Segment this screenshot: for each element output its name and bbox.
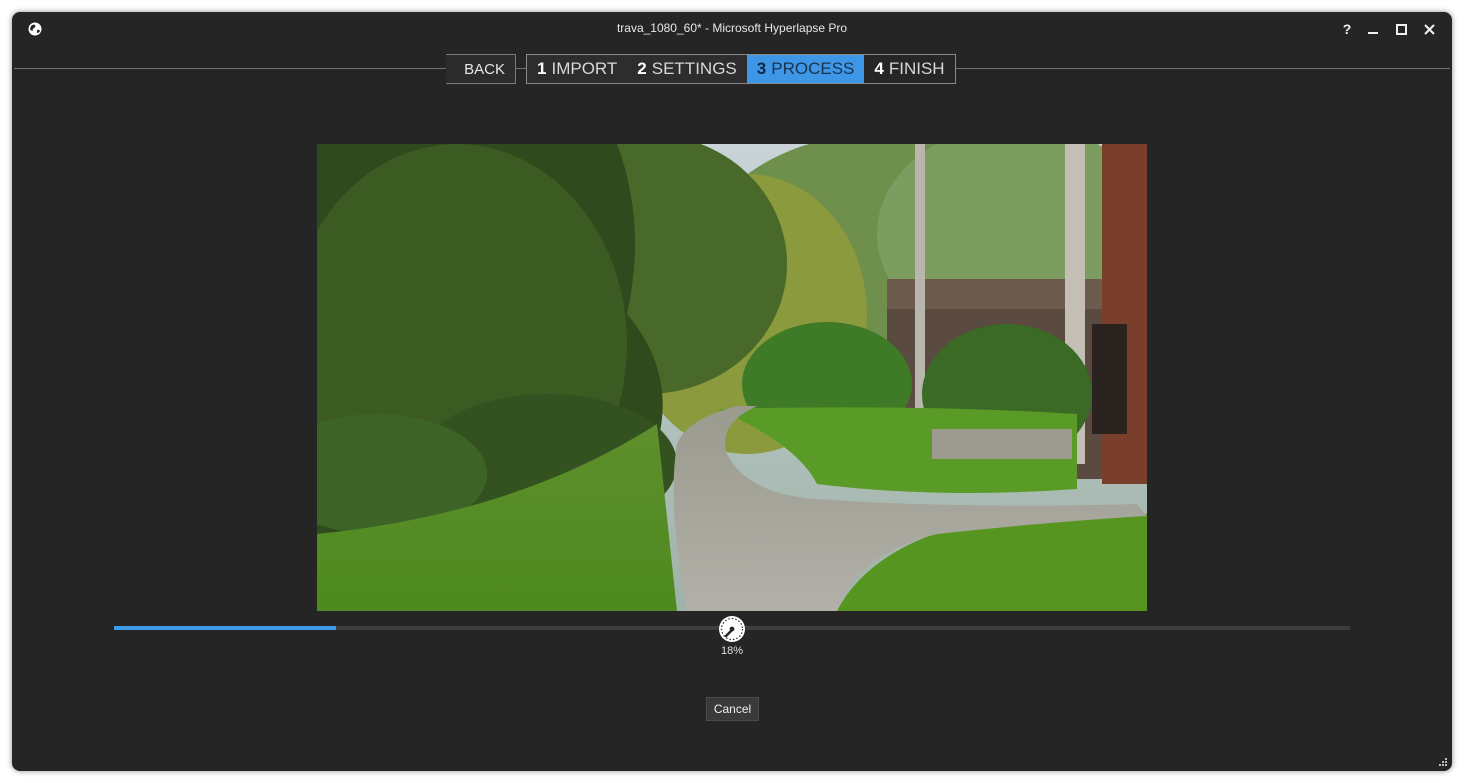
- progress-percent: 18%: [720, 645, 744, 657]
- close-icon: [1423, 23, 1435, 35]
- cancel-button[interactable]: Cancel: [706, 697, 759, 721]
- step-label: FINISH: [888, 59, 945, 78]
- step-number: 2: [637, 59, 647, 78]
- title-bar[interactable]: trava_1080_60* - Microsoft Hyperlapse Pr…: [12, 12, 1452, 46]
- wizard-steps: 1 IMPORT 2 SETTINGS 3 PROCESS 4 FINISH: [526, 54, 956, 84]
- app-window: trava_1080_60* - Microsoft Hyperlapse Pr…: [12, 12, 1452, 771]
- step-label: SETTINGS: [651, 59, 737, 78]
- maximize-button[interactable]: [1388, 18, 1414, 40]
- step-label: IMPORT: [551, 59, 618, 78]
- step-settings[interactable]: 2 SETTINGS: [627, 55, 747, 83]
- window-title: trava_1080_60* - Microsoft Hyperlapse Pr…: [616, 21, 848, 35]
- step-number: 1: [537, 59, 547, 78]
- step-import[interactable]: 1 IMPORT: [527, 55, 628, 83]
- help-button[interactable]: ?: [1334, 18, 1360, 40]
- step-number: 3: [756, 59, 767, 78]
- step-finish[interactable]: 4 FINISH: [864, 55, 955, 83]
- step-label: PROCESS: [771, 59, 855, 78]
- minimize-icon: [1368, 32, 1378, 34]
- resize-grip-icon[interactable]: [1438, 757, 1448, 767]
- minimize-button[interactable]: [1360, 18, 1386, 40]
- step-process[interactable]: 3 PROCESS: [746, 55, 865, 83]
- garden-path-frame: [317, 144, 1147, 611]
- speedometer-icon: [719, 616, 745, 642]
- progress-fill: [114, 626, 337, 630]
- video-preview: [317, 144, 1147, 611]
- back-button[interactable]: BACK: [446, 54, 516, 84]
- maximize-icon: [1395, 23, 1407, 35]
- close-button[interactable]: [1416, 18, 1442, 40]
- back-button-label: BACK: [464, 60, 505, 78]
- step-number: 4: [874, 59, 884, 78]
